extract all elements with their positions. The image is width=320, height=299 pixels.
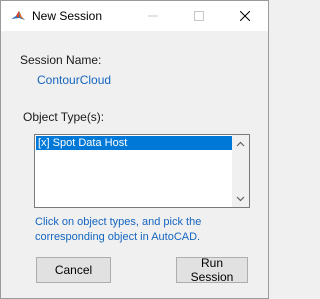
object-types-label: Object Type(s):: [23, 110, 105, 124]
object-types-listbox[interactable]: [x] Spot Data Host: [34, 134, 250, 208]
instruction-text: Click on object types, and pick the corr…: [35, 215, 255, 245]
scroll-down-button[interactable]: [232, 190, 249, 207]
close-button[interactable]: [222, 1, 268, 31]
maximize-button[interactable]: [176, 1, 222, 31]
minimize-icon: [148, 15, 158, 17]
new-session-dialog: New Session Session Name: ContourCloud O…: [0, 0, 269, 299]
scroll-up-button[interactable]: [232, 135, 249, 152]
instruction-line-1: Click on object types, and pick the: [35, 216, 202, 228]
instruction-line-2: corresponding object in AutoCAD.: [35, 231, 201, 243]
window-title: New Session: [32, 9, 103, 23]
cancel-button[interactable]: Cancel: [36, 257, 111, 283]
session-name-value: ContourCloud: [37, 73, 112, 87]
close-icon: [240, 11, 250, 21]
list-item-spot-data-host[interactable]: [x] Spot Data Host: [36, 136, 232, 150]
matlab-icon: [10, 8, 26, 24]
title-bar[interactable]: New Session: [1, 1, 268, 31]
minimize-button[interactable]: [130, 1, 176, 31]
run-session-button[interactable]: Run Session: [176, 256, 248, 284]
session-name-label: Session Name:: [20, 53, 102, 67]
chevron-down-icon: [236, 196, 245, 201]
maximize-icon: [194, 11, 204, 21]
vertical-scrollbar[interactable]: [232, 135, 249, 207]
chevron-up-icon: [236, 141, 245, 146]
